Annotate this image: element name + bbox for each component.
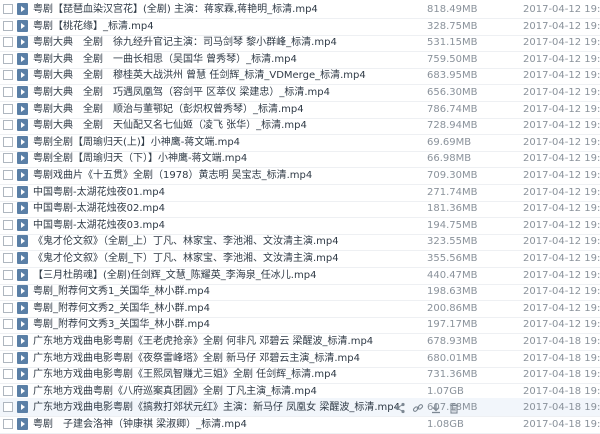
row-checkbox[interactable]	[3, 369, 13, 380]
video-file-icon	[17, 351, 28, 364]
row-checkbox[interactable]	[3, 319, 13, 330]
row-checkbox[interactable]	[3, 20, 13, 31]
row-checkbox[interactable]	[3, 170, 13, 180]
video-file-icon	[17, 335, 28, 347]
video-file-icon	[17, 36, 28, 49]
video-file-icon	[17, 52, 28, 65]
video-file-icon	[17, 135, 28, 148]
file-name[interactable]: 粤剧 子建会洛神（钟康祺 梁淑卿）_标清.mp4	[33, 415, 247, 434]
video-file-icon	[17, 418, 28, 430]
row-checkbox[interactable]	[3, 269, 13, 280]
file-size: 1.08GB	[427, 419, 464, 430]
video-file-icon	[17, 169, 28, 181]
row-checkbox[interactable]	[3, 4, 13, 14]
video-file-icon	[17, 384, 28, 397]
row-checkbox[interactable]	[3, 385, 13, 396]
video-file-icon	[17, 119, 28, 132]
video-file-icon	[17, 235, 28, 248]
row-checkbox[interactable]	[3, 37, 13, 48]
video-file-icon	[17, 19, 28, 32]
video-file-icon	[17, 102, 28, 115]
row-checkbox[interactable]	[3, 253, 13, 263]
row-checkbox[interactable]	[3, 136, 13, 147]
row-checkbox[interactable]	[3, 103, 13, 114]
video-file-icon	[17, 152, 28, 165]
row-checkbox[interactable]	[3, 53, 13, 64]
row-checkbox[interactable]	[3, 402, 13, 413]
row-checkbox[interactable]	[3, 70, 13, 81]
video-file-icon	[17, 401, 28, 414]
row-checkbox[interactable]	[3, 352, 13, 363]
row-checkbox[interactable]	[3, 186, 13, 197]
row-checkbox[interactable]	[3, 236, 13, 247]
row-checkbox[interactable]	[3, 419, 13, 429]
modified-date: 2017-04-18 19:28	[523, 419, 600, 430]
video-file-icon	[17, 268, 28, 281]
video-file-icon	[17, 86, 28, 98]
video-file-icon	[17, 301, 28, 314]
link-icon[interactable]	[412, 402, 424, 414]
row-checkbox[interactable]	[3, 153, 13, 164]
video-file-icon	[17, 218, 28, 231]
row-checkbox[interactable]	[3, 302, 13, 313]
video-file-icon	[17, 252, 28, 264]
row-checkbox[interactable]	[3, 219, 13, 230]
video-file-icon	[17, 185, 28, 198]
video-file-icon	[17, 285, 28, 298]
file-list: 粤剧【琵琶血染汉宫花】(全剧) 主演：蒋家霖,蒋艳明_标清.mp4 818.49M…	[0, 0, 600, 434]
video-file-icon	[17, 3, 28, 15]
video-file-icon	[17, 318, 28, 331]
row-checkbox[interactable]	[3, 336, 13, 346]
row-checkbox[interactable]	[3, 87, 13, 97]
share-icon[interactable]	[394, 402, 406, 414]
video-file-icon	[17, 368, 28, 381]
row-checkbox[interactable]	[3, 203, 13, 214]
row-checkbox[interactable]	[3, 286, 13, 297]
video-file-icon	[17, 202, 28, 215]
file-row[interactable]: 粤剧 子建会洛神（钟康祺 梁淑卿）_标清.mp4 1.08GB 2017-04-18…	[0, 415, 600, 434]
video-file-icon	[17, 69, 28, 82]
row-checkbox[interactable]	[3, 120, 13, 131]
